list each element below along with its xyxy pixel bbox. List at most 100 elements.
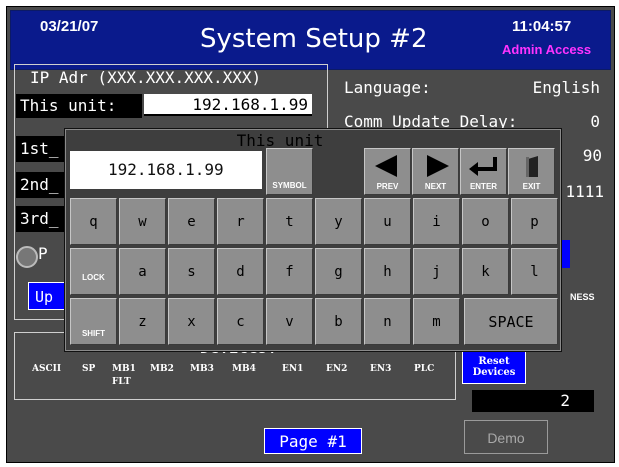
key-i-label: i	[432, 214, 441, 230]
reset-line-2: Devices	[472, 367, 516, 378]
space-key-label: SPACE	[488, 313, 534, 331]
door-icon	[526, 156, 538, 177]
key-t[interactable]: t	[266, 198, 313, 245]
key-m[interactable]: m	[413, 298, 460, 345]
lock-key-label: LOCK	[82, 273, 105, 282]
access-level: Admin Access	[502, 42, 592, 57]
exit-key[interactable]: EXIT	[508, 148, 555, 195]
key-q[interactable]: q	[70, 198, 117, 245]
keyboard-display[interactable]: 192.168.1.99	[70, 151, 262, 189]
device-plc[interactable]: PLC	[414, 364, 434, 374]
page-1-button[interactable]: Page #1	[264, 428, 362, 454]
key-x[interactable]: x	[168, 298, 215, 345]
next-key-label: NEXT	[424, 182, 447, 191]
setting-value-2[interactable]: 90	[570, 146, 602, 165]
key-s[interactable]: s	[168, 248, 215, 295]
device-ascii[interactable]: ASCII	[32, 364, 61, 374]
key-u[interactable]: u	[364, 198, 411, 245]
key-o-label: o	[481, 214, 490, 230]
key-g-label: g	[334, 264, 343, 280]
key-s-label: s	[187, 264, 196, 280]
key-o[interactable]: o	[462, 198, 509, 245]
reset-line-1: Reset	[478, 356, 510, 367]
enter-key-label: ENTER	[469, 182, 498, 191]
reset-devices-button[interactable]: Reset Devices	[462, 350, 526, 384]
lock-key[interactable]: LOCK	[70, 248, 117, 295]
key-n-label: n	[383, 314, 392, 330]
radio-label-fragment: P	[38, 244, 48, 263]
device-count-field[interactable]: 2	[472, 390, 594, 412]
prev-key[interactable]: PREV	[364, 148, 411, 195]
brightness-label-fragment: NESS	[570, 292, 595, 302]
header-time: 11:04:57	[512, 18, 572, 35]
device-mb2[interactable]: MB2	[150, 364, 174, 374]
demo-button[interactable]: Demo	[464, 420, 548, 454]
key-g[interactable]: g	[315, 248, 362, 295]
this-unit-ip-field[interactable]: 192.168.1.99	[144, 94, 312, 116]
key-c-label: c	[236, 314, 245, 330]
key-x-label: x	[187, 314, 196, 330]
ip-1st-label: 1st_	[16, 136, 64, 162]
language-value[interactable]: English	[500, 78, 600, 97]
key-n[interactable]: n	[364, 298, 411, 345]
key-b-label: b	[334, 314, 343, 330]
device-en2[interactable]: EN2	[326, 364, 347, 374]
key-l-label: l	[530, 264, 539, 280]
enter-key[interactable]: ENTER	[460, 148, 507, 195]
key-l[interactable]: l	[511, 248, 558, 295]
symbol-key[interactable]: SYMBOL	[266, 148, 313, 195]
key-b[interactable]: b	[315, 298, 362, 345]
device-mb1[interactable]: MB1	[112, 364, 136, 374]
shift-key[interactable]: SHIFT	[70, 298, 117, 345]
device-en1[interactable]: EN1	[282, 364, 303, 374]
key-a[interactable]: a	[119, 248, 166, 295]
device-mb3[interactable]: MB3	[190, 364, 214, 374]
language-label: Language:	[344, 78, 431, 97]
device-sp[interactable]: SP	[82, 364, 95, 374]
key-f[interactable]: f	[266, 248, 313, 295]
key-r-label: r	[236, 214, 245, 230]
key-d-label: d	[236, 264, 245, 280]
key-v[interactable]: v	[266, 298, 313, 345]
key-j[interactable]: j	[413, 248, 460, 295]
protocol-radio[interactable]	[16, 246, 38, 268]
key-r[interactable]: r	[217, 198, 264, 245]
key-v-label: v	[285, 314, 294, 330]
right-arrow-icon	[427, 155, 449, 177]
space-key[interactable]: SPACE	[464, 298, 558, 345]
device-en3[interactable]: EN3	[370, 364, 391, 374]
key-q-label: q	[89, 214, 98, 230]
prev-key-label: PREV	[376, 182, 399, 191]
key-t-label: t	[285, 214, 294, 230]
key-j-label: j	[432, 264, 441, 280]
key-h-label: h	[383, 264, 392, 280]
key-p[interactable]: p	[511, 198, 558, 245]
ip-panel-header: IP Adr (XXX.XXX.XXX.XXX)	[30, 68, 262, 87]
setting-value-3[interactable]: 1111	[562, 182, 604, 201]
device-mb4[interactable]: MB4	[232, 364, 256, 374]
key-w[interactable]: w	[119, 198, 166, 245]
header-date: 03/21/07	[40, 18, 99, 35]
key-k-label: k	[481, 264, 490, 280]
comm-update-delay-value[interactable]: 0	[570, 112, 600, 131]
key-y-label: y	[334, 214, 343, 230]
key-d[interactable]: d	[217, 248, 264, 295]
key-z[interactable]: z	[119, 298, 166, 345]
key-y[interactable]: y	[315, 198, 362, 245]
key-e[interactable]: e	[168, 198, 215, 245]
enter-arrow-icon	[469, 157, 497, 176]
next-key[interactable]: NEXT	[412, 148, 459, 195]
key-f-label: f	[285, 264, 294, 280]
key-w-label: w	[138, 214, 147, 230]
shift-key-label: SHIFT	[81, 329, 106, 338]
left-arrow-icon	[375, 155, 397, 177]
key-e-label: e	[187, 214, 196, 230]
key-i[interactable]: i	[413, 198, 460, 245]
key-z-label: z	[138, 314, 147, 330]
key-k[interactable]: k	[462, 248, 509, 295]
key-a-label: a	[138, 264, 147, 280]
ip-3rd-label: 3rd_	[16, 206, 64, 232]
exit-key-label: EXIT	[522, 182, 541, 191]
key-c[interactable]: c	[217, 298, 264, 345]
key-h[interactable]: h	[364, 248, 411, 295]
